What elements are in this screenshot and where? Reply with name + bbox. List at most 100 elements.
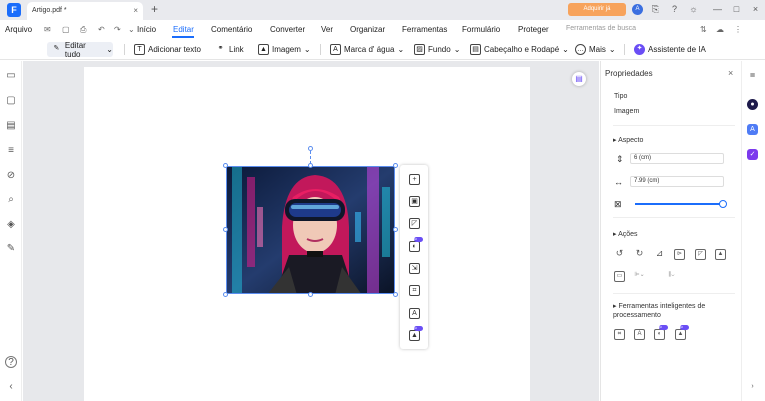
bookmark-icon[interactable]: ▢ <box>5 95 17 107</box>
share-icon[interactable]: ⇅ <box>700 25 707 34</box>
replace-image-icon[interactable]: ▲ <box>715 249 726 260</box>
stack-icon[interactable]: ◈ <box>5 219 17 231</box>
opacity-slider[interactable] <box>635 203 723 205</box>
save-icon[interactable]: ▢ <box>62 25 70 34</box>
window-share-icon[interactable]: ⎘ <box>650 4 661 15</box>
more-button[interactable]: … Mais ⌄ <box>575 42 616 57</box>
extract-image-icon[interactable]: ⇲ <box>409 263 420 274</box>
resize-handle-bottom-right[interactable] <box>393 292 398 297</box>
rotate-left-icon[interactable]: ↺ <box>614 249 625 260</box>
menu-formulario[interactable]: Formulário <box>462 25 500 34</box>
menu-ferramentas[interactable]: Ferramentas <box>402 25 447 34</box>
actions-label: Ações <box>618 231 638 238</box>
selected-image[interactable] <box>226 166 395 294</box>
watermark-button[interactable]: A Marca d' água ⌄ <box>330 42 404 57</box>
thumbnails-icon[interactable]: ▭ <box>5 70 17 82</box>
width-field[interactable]: 7.99 (cm) <box>630 176 724 187</box>
crop-icon[interactable]: ◸ <box>409 218 420 229</box>
ai-check-icon[interactable]: ✓ <box>747 149 758 160</box>
menu-comentario[interactable]: Comentário <box>211 25 252 34</box>
close-tab-icon[interactable]: × <box>133 6 138 15</box>
menu-organizar[interactable]: Organizar <box>350 25 385 34</box>
menu-converter[interactable]: Converter <box>270 25 305 34</box>
ai-badge: AI <box>414 237 423 242</box>
attachment-icon[interactable]: ⊘ <box>5 170 17 182</box>
resize-handle-left[interactable] <box>223 227 228 232</box>
resize-handle-right[interactable] <box>393 227 398 232</box>
resize-handle-bottom[interactable] <box>308 292 313 297</box>
collapse-right-icon[interactable]: › <box>747 381 758 392</box>
user-avatar[interactable]: A <box>632 4 643 15</box>
collapse-left-icon[interactable]: ‹ <box>5 381 17 393</box>
quick-access-chevron-icon[interactable]: ⌄ <box>128 25 135 34</box>
smart-translate-icon[interactable]: A <box>634 329 645 340</box>
comment-icon[interactable]: ▤ <box>5 120 17 132</box>
aspect-section-toggle[interactable]: ▸ Aspecto <box>613 136 643 144</box>
ai-enhance-icon[interactable]: ▲ <box>409 330 420 341</box>
distribute-icon[interactable]: ⫼⌄ <box>666 271 677 282</box>
cloud-icon[interactable]: ☁ <box>716 25 724 34</box>
crop-action-icon[interactable]: ◸ <box>695 249 706 260</box>
mail-icon[interactable]: ✉ <box>44 25 51 34</box>
edit-all-button[interactable]: ✎ Editar tudo ⌄ <box>47 40 113 59</box>
menu-inicio[interactable]: Início <box>137 25 156 34</box>
smart-ocr-icon[interactable]: ⌗ <box>614 329 625 340</box>
ai-assistant-button[interactable]: ✦ Assistente de IA <box>634 42 706 57</box>
properties-toggle-icon[interactable]: ≣ <box>747 70 758 81</box>
translate-image-icon[interactable]: A <box>409 308 420 319</box>
flip-vertical-icon[interactable]: ⊿ <box>654 249 665 260</box>
menu-file[interactable]: Arquivo <box>5 25 32 34</box>
search-icon[interactable]: ⌕ <box>5 194 17 206</box>
ai-translate-icon[interactable]: A <box>747 124 758 135</box>
header-footer-button[interactable]: ▤ Cabeçalho e Rodapé ⌄ <box>470 42 569 57</box>
link-button[interactable]: ⚭ Link <box>215 42 244 57</box>
close-panel-icon[interactable]: × <box>728 68 733 78</box>
add-image-icon[interactable]: + <box>409 174 420 185</box>
ai-floating-icon[interactable]: ▤ <box>572 72 586 86</box>
resize-handle-bottom-left[interactable] <box>223 292 228 297</box>
resize-handle-top-left[interactable] <box>223 163 228 168</box>
menu-ver[interactable]: Ver <box>321 25 333 34</box>
align-icon[interactable]: ⊫⌄ <box>634 271 645 282</box>
image-button[interactable]: ▲ Imagem ⌄ <box>258 42 311 57</box>
actions-section-toggle[interactable]: ▸ Ações <box>613 230 638 238</box>
extract-action-icon[interactable]: ▭ <box>614 271 625 282</box>
resize-handle-top-right[interactable] <box>393 163 398 168</box>
maximize-icon[interactable]: □ <box>731 4 742 15</box>
smart-remove-bg-icon[interactable]: ◐ <box>654 329 665 340</box>
search-input[interactable]: Ferramentas de busca <box>566 25 636 32</box>
more-options-icon[interactable]: ⋮ <box>734 25 742 34</box>
flip-horizontal-icon[interactable]: ⊳ <box>674 249 685 260</box>
menu-proteger[interactable]: Proteger <box>518 25 549 34</box>
add-text-button[interactable]: T Adicionar texto <box>134 42 201 57</box>
ai-chat-icon[interactable]: ● <box>747 99 758 110</box>
ocr-icon[interactable]: ⌗ <box>409 285 420 296</box>
image-label: Imagem <box>272 45 301 54</box>
edit-all-label: Editar tudo <box>64 40 86 59</box>
rotate-right-icon[interactable]: ↻ <box>634 249 645 260</box>
menu-editar[interactable]: Editar <box>173 25 194 34</box>
opacity-slider-thumb[interactable] <box>719 200 727 208</box>
minimize-icon[interactable]: — <box>712 4 723 15</box>
left-sidebar <box>0 61 22 401</box>
smart-tools-section-toggle[interactable]: ▸ Ferramentas inteligentes de processame… <box>613 302 713 320</box>
smart-enhance-icon[interactable]: ▲ <box>675 329 686 340</box>
help-icon[interactable]: ? <box>669 4 680 15</box>
background-button[interactable]: ▨ Fundo ⌄ <box>414 42 460 57</box>
height-field[interactable]: 6 (cm) <box>630 153 724 164</box>
help-icon[interactable]: ? <box>5 356 17 368</box>
undo-icon[interactable]: ↶ <box>98 25 105 34</box>
buy-button[interactable]: Adquirir já <box>568 3 626 16</box>
close-window-icon[interactable]: × <box>750 4 761 15</box>
save-image-icon[interactable]: ▣ <box>409 196 420 207</box>
theme-icon[interactable]: ☼ <box>688 4 699 15</box>
document-tab[interactable]: Artigo.pdf * × <box>27 2 143 20</box>
ai-remove-bg-icon[interactable]: ◐ <box>409 241 420 252</box>
layers-icon[interactable]: ≡ <box>5 145 17 157</box>
chevron-down-icon: ⌄ <box>106 45 113 54</box>
image-floating-toolbar <box>400 165 428 349</box>
new-tab-icon[interactable]: + <box>151 2 158 16</box>
signature-icon[interactable]: ✎ <box>5 243 17 255</box>
redo-icon[interactable]: ↷ <box>114 25 121 34</box>
print-icon[interactable]: ⎙ <box>80 25 86 35</box>
